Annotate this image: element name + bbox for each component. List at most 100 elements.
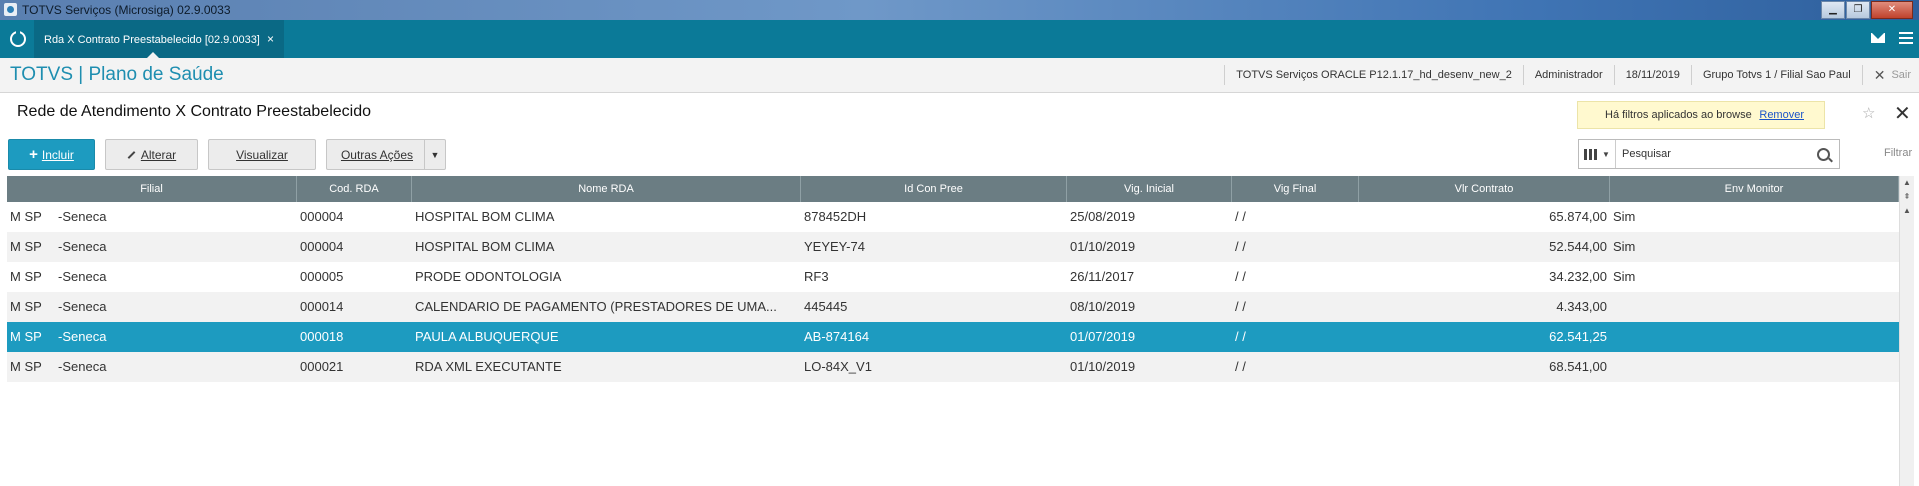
cell-nome-rda: HOSPITAL BOM CLIMA	[415, 209, 555, 224]
window-close-button[interactable]: ✕	[1871, 1, 1913, 19]
search-box: ▼	[1578, 139, 1840, 169]
search-input[interactable]	[1620, 140, 1814, 168]
favorite-star-icon[interactable]: ☆	[1862, 104, 1875, 122]
cell-vig-final: / /	[1235, 209, 1246, 224]
column-header-vlr-contrato[interactable]: Vlr Contrato	[1359, 176, 1610, 202]
cell-vig-inicial: 08/10/2019	[1070, 299, 1136, 314]
filial-code: M SP	[10, 329, 42, 344]
tab-close-icon[interactable]: ×	[267, 32, 274, 46]
cell-filial: M SP -Seneca	[7, 352, 297, 382]
close-page-icon[interactable]: ✕	[1894, 101, 1911, 126]
cell-filial: M SP -Seneca	[7, 232, 297, 262]
plus-icon: +	[29, 146, 38, 163]
cell-nome-rda: RDA XML EXECUTANTE	[415, 359, 562, 374]
filial-name: -Seneca	[58, 269, 107, 284]
cell-vig-final: / /	[1235, 269, 1246, 284]
totvs-logo-icon[interactable]	[10, 31, 26, 47]
column-header-filial[interactable]: Filial	[7, 176, 297, 202]
filial-name: -Seneca	[58, 329, 107, 344]
column-header-vig-inicial[interactable]: Vig. Inicial	[1067, 176, 1232, 202]
mail-icon[interactable]	[1871, 33, 1885, 43]
data-grid: Filial Cod. RDA Nome RDA Id Con Pree Vig…	[7, 176, 1899, 382]
cell-cod-rda: 000005	[300, 269, 344, 284]
hamburger-menu-icon[interactable]	[1899, 32, 1913, 47]
cell-vig-final: / /	[1235, 329, 1246, 344]
cell-id-con-pree: RF3	[804, 269, 829, 284]
cell-env-monitor	[1610, 292, 1899, 322]
cell-nome-rda: HOSPITAL BOM CLIMA	[415, 239, 555, 254]
scroll-page-up-icon[interactable]: ⇞	[1900, 190, 1914, 204]
filter-notice-text: Há filtros aplicados ao browse	[1605, 109, 1752, 121]
search-icon[interactable]	[1817, 148, 1830, 161]
table-row[interactable]: M SP -Seneca 000004 HOSPITAL BOM CLIMA YE…	[7, 232, 1899, 262]
cell-filial: M SP -Seneca	[7, 202, 297, 232]
scroll-top-icon[interactable]: ▲	[1900, 176, 1914, 190]
filter-notice: Há filtros aplicados ao browse Remover	[1577, 101, 1825, 129]
branch-label: Grupo Totvs 1 / Filial Sao Paul	[1690, 65, 1862, 85]
cell-env-monitor: Sim	[1613, 269, 1636, 284]
filial-code: M SP	[10, 269, 42, 284]
cell-vig-final: / /	[1235, 359, 1246, 374]
pencil-icon	[127, 150, 136, 159]
cell-id-con-pree: 445445	[804, 299, 848, 314]
cell-env-monitor	[1610, 352, 1899, 382]
cell-id-con-pree: 878452DH	[804, 209, 867, 224]
cell-filial: M SP -Seneca	[7, 262, 297, 292]
columns-icon-bar	[1594, 148, 1598, 160]
window-title: TOTVS Serviços (Microsiga) 02.9.0033	[22, 3, 231, 17]
columns-icon	[1584, 148, 1588, 160]
filial-name: -Seneca	[58, 299, 107, 314]
page-title: Rede de Atendimento X Contrato Preestabe…	[17, 103, 372, 120]
table-row-selected[interactable]: M SP -Seneca 000018 PAULA ALBUQUERQUE AB-…	[7, 322, 1899, 352]
cell-vlr-contrato: 34.232,00	[1549, 269, 1607, 284]
outras-acoes-button[interactable]: Outras Ações ▼	[326, 139, 446, 170]
session-info: TOTVS Serviços ORACLE P12.1.17_hd_desenv…	[1224, 58, 1919, 92]
table-row[interactable]: M SP -Seneca 000021 RDA XML EXECUTANTE LO…	[7, 352, 1899, 382]
column-header-vig-final[interactable]: Vig Final	[1232, 176, 1359, 202]
exit-button[interactable]: ✕ Sair	[1861, 65, 1919, 85]
maximize-button[interactable]: ❐	[1846, 1, 1870, 19]
incluir-label: Incluir	[41, 147, 74, 162]
cell-cod-rda: 000014	[300, 299, 344, 314]
caret-down-icon[interactable]: ▼	[424, 140, 445, 169]
cell-vlr-contrato: 52.544,00	[1549, 239, 1607, 254]
columns-icon-bar	[1589, 148, 1593, 160]
table-row[interactable]: M SP -Seneca 000005 PRODE ODONTOLOGIA RF3…	[7, 262, 1899, 292]
cell-vig-inicial: 01/10/2019	[1070, 239, 1136, 254]
cell-vig-final: / /	[1235, 299, 1246, 314]
cell-env-monitor: Sim	[1613, 239, 1636, 254]
outras-acoes-label: Outras Ações	[340, 147, 414, 162]
vertical-scrollbar[interactable]: ▲ ⇞ ▲	[1899, 176, 1914, 486]
environment-label: TOTVS Serviços ORACLE P12.1.17_hd_desenv…	[1224, 65, 1523, 85]
cell-vig-inicial: 26/11/2017	[1070, 269, 1135, 284]
cell-vlr-contrato: 4.343,00	[1556, 299, 1607, 314]
exit-icon: ✕	[1873, 67, 1886, 83]
app-tabbar: Rda X Contrato Preestabelecido [02.9.003…	[0, 20, 1919, 58]
incluir-button[interactable]: + Incluir	[8, 139, 95, 170]
filial-name: -Seneca	[58, 209, 107, 224]
filial-code: M SP	[10, 239, 42, 254]
table-row[interactable]: M SP -Seneca 000014 CALENDARIO DE PAGAMEN…	[7, 292, 1899, 322]
column-picker-button[interactable]: ▼	[1579, 140, 1616, 168]
minimize-button[interactable]: ▁	[1821, 1, 1845, 19]
column-header-id-con-pree[interactable]: Id Con Pree	[801, 176, 1067, 202]
column-header-nome-rda[interactable]: Nome RDA	[412, 176, 801, 202]
date-label: 18/11/2019	[1613, 65, 1691, 85]
cell-id-con-pree: YEYEY-74	[804, 239, 865, 254]
remove-filter-link[interactable]: Remover	[1759, 109, 1804, 121]
visualizar-label: Visualizar	[236, 147, 288, 162]
visualizar-button[interactable]: Visualizar	[208, 139, 316, 170]
table-row[interactable]: M SP -Seneca 000004 HOSPITAL BOM CLIMA 87…	[7, 202, 1899, 232]
filial-name: -Seneca	[58, 239, 107, 254]
column-header-cod-rda[interactable]: Cod. RDA	[297, 176, 412, 202]
cell-vlr-contrato: 62.541,25	[1549, 329, 1607, 344]
scroll-up-icon[interactable]: ▲	[1900, 204, 1914, 218]
cell-env-monitor: Sim	[1613, 209, 1636, 224]
alterar-button[interactable]: Alterar	[105, 139, 198, 170]
cell-env-monitor	[1610, 322, 1899, 352]
cell-vig-inicial: 25/08/2019	[1070, 209, 1136, 224]
cell-id-con-pree: LO-84X_V1	[804, 359, 872, 374]
window-titlebar: TOTVS Serviços (Microsiga) 02.9.0033 ▁ ❐…	[0, 0, 1919, 20]
filtrar-link[interactable]: Filtrar	[1884, 147, 1912, 159]
column-header-env-monitor[interactable]: Env Monitor	[1610, 176, 1899, 202]
